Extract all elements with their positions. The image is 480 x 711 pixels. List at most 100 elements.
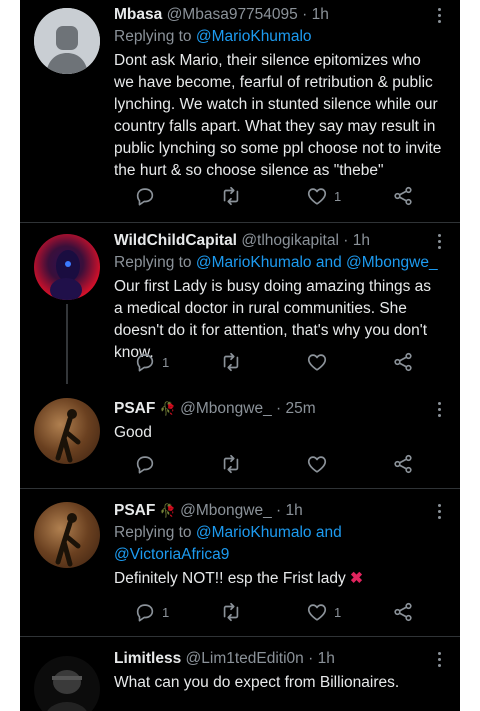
tweet-actions: 1 [114,350,424,374]
mention-link[interactable]: @MarioKhumalo [196,28,312,45]
retweet-icon [223,602,239,622]
reply-icon [136,604,154,622]
retweet-icon [223,186,239,206]
retweet-button[interactable] [220,600,248,624]
timestamp[interactable]: · 1h [302,6,329,23]
share-icon [394,602,412,622]
avatar-wildchildcapital[interactable] [34,234,100,300]
reply-icon [136,354,154,372]
heart-icon [307,604,327,621]
thread-line [66,304,68,384]
replying-prefix: Replying to [114,524,196,541]
like-count: 1 [334,604,342,620]
tweet-text: What can you do expect from Billionaires… [114,674,400,691]
replying-prefix: Replying to [114,254,196,271]
cross-mark-emoji: ✖ [350,570,364,587]
profile-photo [55,513,81,567]
reply-count: 1 [162,604,170,620]
heart-icon [307,354,327,371]
more-icon[interactable] [438,402,442,420]
tweet-mbasa[interactable]: Mbasa @Mbasa97754095 · 1h Replying to @M… [20,0,460,220]
tweet-limitless[interactable]: Limitless @Lim1tedEditi0n · 1h What can … [20,638,460,711]
tweet-actions [114,452,424,476]
tweet-actions: 1 [114,184,424,208]
avatar-limitless[interactable] [34,656,100,711]
display-name[interactable]: WildChildCapital [114,232,237,249]
retweet-icon [223,454,239,474]
display-name[interactable]: Limitless [114,650,181,667]
tweet-text: Dont ask Mario, their silence epitomizes… [114,52,442,179]
timestamp[interactable]: · 1h [343,232,370,249]
tweet-actions: 1 1 [114,600,424,624]
reply-button[interactable] [134,184,162,208]
replying-to: Replying to @MarioKhumalo [114,26,442,48]
like-button[interactable]: 1 [306,184,341,208]
tweet-text: Definitely NOT!! esp the Frist lady ✖ [114,568,442,590]
mention-link[interactable]: @MarioKhumalo and @Mbongwe_ [196,254,438,271]
handle[interactable]: @tlhogikapital [241,232,339,249]
tweet-text: Good [114,424,152,441]
replying-to: Replying to @MarioKhumalo and @Mbongwe_ [114,252,442,274]
heart-icon [307,188,327,205]
retweet-button[interactable] [220,350,248,374]
divider [20,222,460,223]
timestamp[interactable]: · 1h [276,502,303,519]
tweet-header: PSAF 🥀 @Mbongwe_ · 1h [114,500,442,522]
display-name[interactable]: Mbasa [114,6,162,23]
mention-link[interactable]: @MarioKhumalo and [196,524,342,541]
profile-photo [47,670,87,711]
reply-button[interactable]: 1 [134,600,169,624]
display-name[interactable]: PSAF [114,502,155,519]
retweet-icon [223,352,239,372]
mention-link[interactable]: @VictoriaAfrica9 [114,546,229,563]
default-avatar-icon [34,8,100,74]
display-name[interactable]: PSAF [114,400,155,417]
like-count: 1 [334,188,342,204]
tweet-header: Mbasa @Mbasa97754095 · 1h [114,4,442,26]
profile-photo [55,409,81,463]
avatar-mbasa[interactable] [34,8,100,74]
tweet-thread: Mbasa @Mbasa97754095 · 1h Replying to @M… [20,0,460,711]
more-icon[interactable] [438,652,442,670]
divider [20,488,460,489]
avatar-psaf[interactable] [34,398,100,464]
more-icon[interactable] [438,8,442,26]
profile-photo [50,250,82,300]
more-icon[interactable] [438,234,442,252]
share-icon [394,352,412,372]
like-button[interactable] [306,452,334,476]
avatar-psaf[interactable] [34,502,100,568]
tweet-text-body: Definitely NOT!! esp the Frist lady [114,570,346,587]
share-icon [394,186,412,206]
heart-icon [307,456,327,473]
retweet-button[interactable] [220,452,248,476]
like-button[interactable]: 1 [306,600,341,624]
handle[interactable]: @Mbongwe_ [180,400,272,417]
handle[interactable]: @Mbasa97754095 [167,6,298,23]
rose-emoji: 🥀 [159,503,176,518]
timestamp[interactable]: · 25m [276,400,316,417]
tweet-wildchildcapital[interactable]: WildChildCapital @tlhogikapital · 1h Rep… [20,224,460,384]
replying-to: Replying to @MarioKhumalo and @VictoriaA… [114,522,442,566]
rose-emoji: 🥀 [159,401,176,416]
reply-button[interactable] [134,452,162,476]
tweet-psaf-definitely[interactable]: PSAF 🥀 @Mbongwe_ · 1h Replying to @Mario… [20,490,460,630]
retweet-button[interactable] [220,184,248,208]
tweet-header: PSAF 🥀 @Mbongwe_ · 25m [114,398,442,420]
timestamp[interactable]: · 1h [308,650,335,667]
replying-prefix: Replying to [114,28,196,45]
reply-count: 1 [162,354,170,370]
reply-icon [136,456,154,474]
share-button[interactable] [392,184,414,208]
handle[interactable]: @Lim1tedEditi0n [186,650,304,667]
reply-button[interactable]: 1 [134,350,169,374]
share-button[interactable] [392,350,414,374]
reply-icon [136,188,154,206]
share-button[interactable] [392,452,414,476]
more-icon[interactable] [438,504,442,522]
share-icon [394,454,412,474]
like-button[interactable] [306,350,334,374]
tweet-psaf-good[interactable]: PSAF 🥀 @Mbongwe_ · 25m Good [20,390,460,486]
handle[interactable]: @Mbongwe_ [180,502,272,519]
share-button[interactable] [392,600,414,624]
